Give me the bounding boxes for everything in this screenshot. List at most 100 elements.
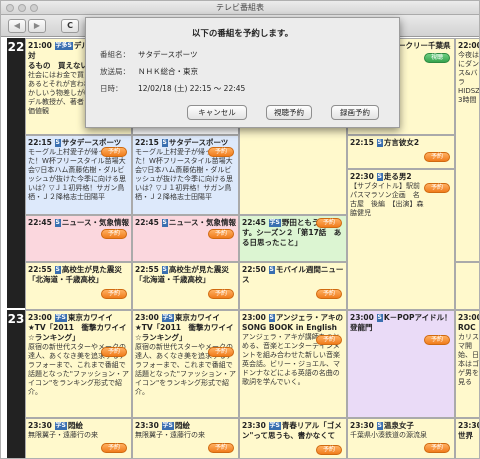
program-cell[interactable]: 22:15 S サタデースポーツ モーグル上村愛子が帰ってきた！W杯フリースタイル… bbox=[25, 135, 132, 215]
reserve-button[interactable]: 予約 bbox=[424, 183, 450, 193]
reserve-button[interactable]: 予約 bbox=[101, 147, 127, 157]
program-label: 番組名： bbox=[100, 50, 130, 59]
reserve-button[interactable]: 予約 bbox=[316, 218, 342, 228]
forward-button[interactable]: ▶ bbox=[28, 19, 46, 33]
reserve-button[interactable]: 予約 bbox=[208, 443, 234, 453]
program-cell[interactable]: 22:55 S 高校生が見た震災「北海道・千歳高校」 予約 bbox=[25, 262, 132, 310]
program-cell[interactable] bbox=[455, 262, 479, 310]
program-cell[interactable]: 23:30 世界 bbox=[455, 418, 480, 458]
program-cell[interactable]: 22:15 S サタデースポーツ モーグル上村愛子が帰ってきた！W杯フリースタイル… bbox=[132, 135, 239, 215]
program-title: ニュース・気象情報 bbox=[168, 218, 236, 227]
broadcast-badge: S bbox=[54, 219, 61, 227]
reserve-button[interactable]: 予約 bbox=[208, 147, 234, 157]
reserve-button[interactable]: 予約 bbox=[424, 335, 450, 345]
program-time: 22:45 bbox=[135, 218, 159, 227]
program-title: 悶絵 bbox=[67, 421, 83, 430]
program-title: ークリー千葉県 bbox=[398, 41, 451, 50]
broadcast-badge: 字S bbox=[268, 422, 281, 430]
watch-reserve-button[interactable]: 視聴予約 bbox=[266, 105, 312, 120]
reserve-button[interactable]: 予約 bbox=[101, 229, 127, 239]
reserve-button[interactable]: 予約 bbox=[316, 335, 342, 345]
reload-icon: C bbox=[67, 21, 73, 30]
program-cell[interactable]: 22:30 S 走る男2 【サブタイトル】駅前 パスマラソン企画 名古屋 後編 【… bbox=[347, 169, 455, 310]
program-time: 23:30 bbox=[242, 421, 266, 430]
program-time: 22:55 bbox=[28, 265, 52, 274]
record-reserve-button[interactable]: 録画予約 bbox=[331, 105, 379, 120]
program-time: 21:00 bbox=[28, 41, 52, 50]
dialog-title: 以下の番組を予約します。 bbox=[191, 29, 294, 39]
minimize-window-button[interactable] bbox=[18, 4, 26, 12]
view-button[interactable]: 視聴 bbox=[424, 53, 450, 63]
program-description: 無限翼子・遠藤行の来 bbox=[28, 431, 98, 439]
program-cell[interactable]: 22:00 今夜はにダンス&バラHIDSZ！3時間 bbox=[455, 38, 480, 262]
program-time: 23:30 bbox=[458, 421, 480, 430]
broadcast-badge: S bbox=[376, 422, 383, 430]
program-cell[interactable]: 23:00 S K－POPアイドル！登龍門 予約 bbox=[347, 310, 455, 418]
program-time: 22:15 bbox=[350, 138, 374, 147]
zoom-window-button[interactable] bbox=[30, 4, 38, 12]
reserve-button[interactable]: 予約 bbox=[101, 443, 127, 453]
program-title: 方言彼女2 bbox=[383, 138, 420, 147]
program-cell[interactable]: 22:15 S 方言彼女2 予約 bbox=[347, 135, 455, 169]
program-time: 23:00 bbox=[242, 313, 266, 322]
reload-button[interactable]: C bbox=[61, 19, 79, 33]
reserve-button[interactable]: 予約 bbox=[316, 289, 342, 299]
station-value: ＮＨＫ総合・東京 bbox=[138, 67, 198, 76]
program-title: 温泉女子 bbox=[383, 421, 414, 430]
broadcast-badge: S bbox=[161, 219, 168, 227]
program-cell[interactable]: 23:00 字S 東京カワイイ★TV「2011 衝撃カワイイ☆ランキング」 原宿の… bbox=[132, 310, 239, 418]
program-title: ニュース・気象情報 bbox=[61, 218, 129, 227]
program-time: 23:30 bbox=[28, 421, 52, 430]
datetime-value: 12/02/18 (土) 22:15 〜 22:45 bbox=[138, 84, 246, 93]
broadcast-badge: 字S bbox=[161, 422, 174, 430]
cancel-button[interactable]: キャンセル bbox=[187, 105, 247, 120]
close-window-button[interactable] bbox=[6, 4, 14, 12]
station-row: 放送局： ＮＨＫ総合・東京 bbox=[100, 66, 198, 77]
program-cell[interactable]: 22:55 S 高校生が見た震災「北海道・千歳高校」 予約 bbox=[132, 262, 239, 310]
back-arrow-icon: ◀ bbox=[13, 21, 21, 30]
broadcast-badge: S bbox=[161, 139, 168, 147]
broadcast-badge: 字多S bbox=[54, 42, 73, 50]
program-time: 23:00 bbox=[28, 313, 52, 322]
program-time: 22:55 bbox=[135, 265, 159, 274]
program-title: 走る男2 bbox=[383, 172, 412, 181]
program-cell[interactable]: 22:50 S モバイル週間ニュース 予約 bbox=[239, 262, 347, 310]
broadcast-badge: S bbox=[161, 266, 168, 274]
datetime-label: 日時： bbox=[100, 84, 123, 93]
reserve-button[interactable]: 予約 bbox=[424, 443, 450, 453]
program-title: サタデースポーツ bbox=[61, 138, 122, 147]
program-time: 22:45 bbox=[28, 218, 52, 227]
program-time: 23:30 bbox=[350, 421, 374, 430]
program-cell[interactable]: 22:45 S ニュース・気象情報 予約 bbox=[25, 215, 132, 262]
back-button[interactable]: ◀ bbox=[8, 19, 26, 33]
program-cell[interactable]: 23:00 字S 東京カワイイ★TV「2011 衝撃カワイイ☆ランキング」 原宿の… bbox=[25, 310, 132, 418]
window-title: テレビ番組表 bbox=[216, 3, 264, 12]
reserve-button[interactable]: 予約 bbox=[316, 445, 342, 455]
broadcast-badge: 字S bbox=[54, 422, 67, 430]
broadcast-badge: 字S bbox=[268, 219, 281, 227]
program-title: サタデースポーツ bbox=[168, 138, 229, 147]
program-cell[interactable]: 23:30 字S 悶絵 無限翼子・遠藤行の来 予約 bbox=[132, 418, 239, 458]
program-title: 世界 bbox=[458, 431, 473, 440]
reserve-button[interactable]: 予約 bbox=[101, 347, 127, 357]
program-row: 番組名： サタデースポーツ bbox=[100, 49, 197, 60]
program-cell[interactable]: 23:30 S 温泉女子 千葉県小湊鉄道の源流泉 予約 bbox=[347, 418, 455, 458]
program-time: 22:30 bbox=[350, 172, 374, 181]
reserve-button[interactable]: 予約 bbox=[208, 347, 234, 357]
program-cell[interactable]: 23:00 ROC カリスマ開始、日本はゴゲ男を見る bbox=[455, 310, 479, 418]
program-cell[interactable]: 22:45 字S 野田ともうします。シーズン２「第17話 ある日思ったこと」 予約 bbox=[239, 215, 347, 262]
reserve-button[interactable]: 予約 bbox=[101, 289, 127, 299]
reserve-button[interactable]: 予約 bbox=[208, 289, 234, 299]
program-time: 22:15 bbox=[135, 138, 159, 147]
reserve-button[interactable]: 予約 bbox=[208, 229, 234, 239]
reserve-button[interactable]: 予約 bbox=[424, 152, 450, 162]
program-cell[interactable]: 23:00 S アンジェラ・アキのSONG BOOK in English アンジ… bbox=[239, 310, 347, 418]
program-cell[interactable]: 22:45 S ニュース・気象情報 予約 bbox=[132, 215, 239, 262]
program-cell[interactable]: 23:30 字S 悶絵 無限翼子・遠藤行の来 予約 bbox=[25, 418, 132, 458]
broadcast-badge: S bbox=[268, 266, 275, 274]
program-time: 22:15 bbox=[28, 138, 52, 147]
broadcast-badge: S bbox=[54, 139, 61, 147]
hour-label-22: 22 bbox=[7, 38, 25, 308]
program-cell[interactable]: 23:30 字S 青春リアル「ゴメン"って思うも、書かなくて 予約 bbox=[239, 418, 347, 458]
program-description: 今夜はにダンス&バラHIDSZ！3時間 bbox=[458, 51, 480, 104]
